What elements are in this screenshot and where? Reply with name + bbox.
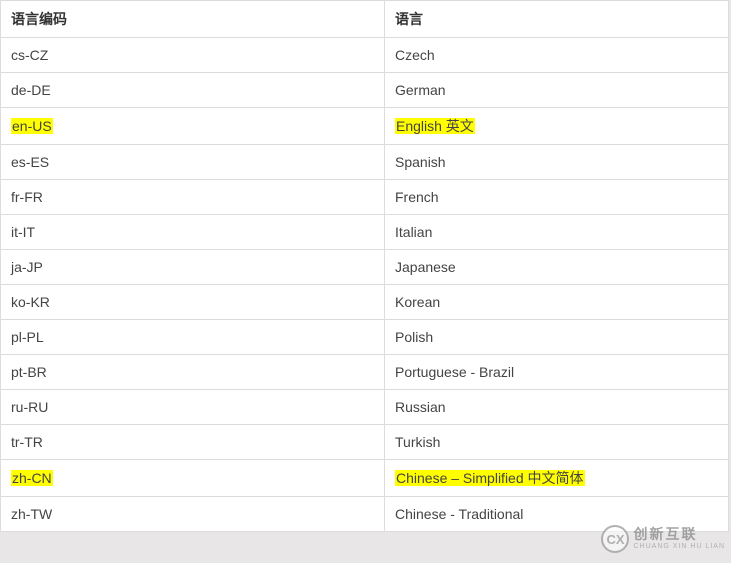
table-row: es-ESSpanish: [1, 145, 729, 180]
table-row: de-DEGerman: [1, 73, 729, 108]
cell-code: zh-TW: [1, 497, 385, 532]
cell-language: Portuguese - Brazil: [385, 355, 729, 390]
cell-language: Turkish: [385, 425, 729, 460]
cell-code: pt-BR: [1, 355, 385, 390]
watermark-en: CHUANG XIN HU LIAN: [633, 543, 725, 551]
cell-code: ja-JP: [1, 250, 385, 285]
cell-code: en-US: [1, 108, 385, 145]
table-header-row: 语言编码 语言: [1, 1, 729, 38]
cell-code: fr-FR: [1, 180, 385, 215]
table-row: it-ITItalian: [1, 215, 729, 250]
table-row: en-US English 英文: [1, 108, 729, 145]
cell-code: de-DE: [1, 73, 385, 108]
header-language: 语言: [385, 1, 729, 38]
table-row: zh-CN Chinese – Simplified 中文简体: [1, 460, 729, 497]
table-row: zh-TWChinese - Traditional: [1, 497, 729, 532]
table-row: pl-PLPolish: [1, 320, 729, 355]
highlight: Chinese – Simplified 中文简体: [395, 470, 585, 486]
table-row: fr-FRFrench: [1, 180, 729, 215]
header-code: 语言编码: [1, 1, 385, 38]
cell-language: Czech: [385, 38, 729, 73]
cell-language: Italian: [385, 215, 729, 250]
cell-code: zh-CN: [1, 460, 385, 497]
cell-language: English 英文: [385, 108, 729, 145]
cell-language: Chinese - Traditional: [385, 497, 729, 532]
cell-code: pl-PL: [1, 320, 385, 355]
language-codes-table: 语言编码 语言 cs-CZCzechde-DEGerman en-US Englis…: [0, 0, 729, 532]
table-row: tr-TRTurkish: [1, 425, 729, 460]
cell-language: Spanish: [385, 145, 729, 180]
highlight: zh-CN: [11, 470, 53, 486]
cell-language: German: [385, 73, 729, 108]
cell-code: it-IT: [1, 215, 385, 250]
cell-code: cs-CZ: [1, 38, 385, 73]
table-row: ko-KRKorean: [1, 285, 729, 320]
table-row: ru-RURussian: [1, 390, 729, 425]
cell-language: Japanese: [385, 250, 729, 285]
cell-language: Polish: [385, 320, 729, 355]
cell-language: Chinese – Simplified 中文简体: [385, 460, 729, 497]
cell-code: ko-KR: [1, 285, 385, 320]
highlight: en-US: [11, 118, 53, 134]
table-row: cs-CZCzech: [1, 38, 729, 73]
cell-code: es-ES: [1, 145, 385, 180]
highlight: English 英文: [395, 118, 475, 134]
table-row: ja-JPJapanese: [1, 250, 729, 285]
cell-language: French: [385, 180, 729, 215]
cell-code: ru-RU: [1, 390, 385, 425]
cell-language: Korean: [385, 285, 729, 320]
table-row: pt-BRPortuguese - Brazil: [1, 355, 729, 390]
cell-code: tr-TR: [1, 425, 385, 460]
cell-language: Russian: [385, 390, 729, 425]
